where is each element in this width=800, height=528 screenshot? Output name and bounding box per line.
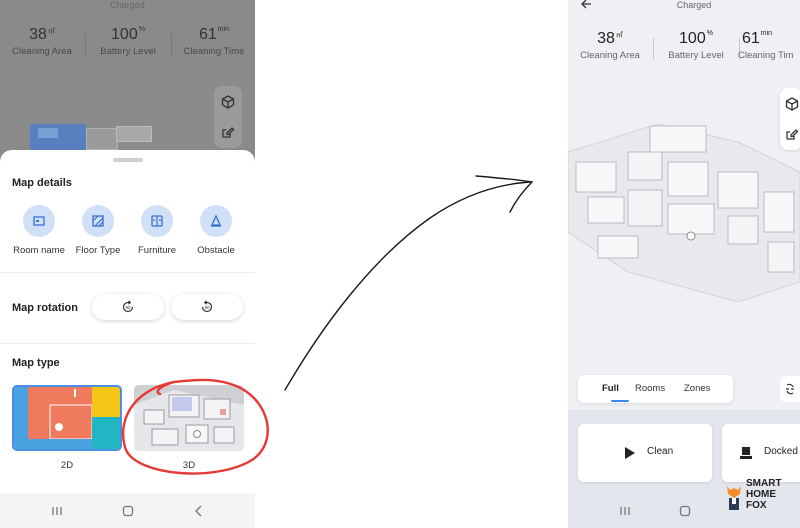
docked-button[interactable]: Docked (722, 424, 800, 482)
map-preview (30, 118, 155, 152)
map-type-2d-option[interactable] (12, 385, 122, 451)
clean-label: Clean (647, 446, 674, 457)
logo-line-2: HOME (746, 489, 776, 500)
stat-battery-level: 100% Battery Level (86, 26, 170, 57)
stat-value: 38 (29, 26, 47, 43)
section-divider (0, 343, 255, 344)
home-icon[interactable] (670, 493, 700, 528)
obstacle-label: Obstacle (197, 245, 235, 256)
stat-cleaning-time: 61min Cleaning Time (172, 26, 255, 57)
logo-line-1: SMART (746, 478, 782, 489)
rotate-cw-icon: 90 (201, 300, 213, 313)
rotate-ccw-degrees: 90 (125, 305, 131, 310)
stat-cleaning-time: 61min Cleaning Tim (738, 30, 800, 61)
stats-bar: 38㎡ Cleaning Area 100% Battery Level 61m… (0, 26, 255, 66)
smart-home-fox-logo: SMART HOME FOX (724, 478, 800, 526)
home-icon[interactable] (113, 493, 143, 528)
stat-label: Battery Level (100, 46, 156, 57)
floor-type-option[interactable]: Floor Type (67, 205, 129, 256)
play-icon (625, 447, 635, 459)
recent-apps-icon[interactable] (610, 493, 640, 528)
map-details-title: Map details (12, 177, 72, 189)
stat-value: 61 (198, 26, 217, 43)
stat-value: 100 (679, 30, 706, 47)
map-type-title: Map type (12, 357, 60, 369)
stat-unit: % (138, 26, 145, 33)
docked-label: Docked (764, 446, 798, 457)
furniture-option[interactable]: Furniture (126, 205, 188, 256)
stat-unit: ㎡ (615, 32, 623, 39)
clean-button[interactable]: Clean (578, 424, 712, 482)
stat-battery-level: 100% Battery Level (654, 30, 738, 61)
map-view-controls (214, 86, 242, 148)
rotate-ccw-button[interactable]: 90 (92, 294, 164, 320)
section-divider (0, 272, 255, 273)
back-icon[interactable] (184, 493, 214, 528)
3d-view-icon[interactable] (782, 94, 800, 114)
stat-label: Cleaning Time (183, 46, 245, 57)
room-name-option[interactable]: Room name (8, 205, 70, 256)
stat-unit: min (760, 30, 773, 37)
tab-zones[interactable]: Zones (684, 383, 710, 394)
3d-view-icon[interactable] (218, 92, 238, 112)
floor-type-label: Floor Type (75, 245, 121, 256)
stat-cleaning-area: 38㎡ Cleaning Area (0, 26, 84, 57)
stat-value: 100 (111, 26, 138, 43)
obstacle-icon (200, 205, 232, 237)
map-rotation-title: Map rotation (12, 302, 78, 314)
stats-bar: 38㎡ Cleaning Area 100% Battery Level 61m… (568, 30, 800, 70)
right-phone-screen: Charged 38㎡ Cleaning Area 100% Battery L… (568, 0, 800, 528)
stat-label: Battery Level (668, 50, 724, 61)
room-name-icon (23, 205, 55, 237)
rotate-cw-button[interactable]: 90 (171, 294, 243, 320)
logo-text: SMART HOME FOX (746, 478, 782, 511)
edit-map-icon[interactable] (218, 122, 238, 142)
rotate-ccw-icon: 90 (122, 300, 134, 313)
stat-cleaning-area: 38㎡ Cleaning Area (568, 30, 652, 61)
active-tab-indicator (611, 400, 629, 402)
map-scope-tabs: Full Rooms Zones (578, 375, 733, 403)
recent-apps-icon[interactable] (42, 493, 72, 528)
stat-value: 38 (597, 30, 615, 47)
annotation-arrow (284, 175, 534, 391)
stat-label: Cleaning Area (12, 46, 72, 57)
custom-mode-icon[interactable] (780, 376, 800, 402)
charge-status: Charged (676, 0, 712, 10)
stat-unit: min (217, 26, 230, 33)
rotate-cw-degrees: 90 (204, 305, 210, 310)
sheet-drag-handle[interactable] (113, 158, 143, 162)
stat-label: Cleaning Tim (738, 50, 794, 61)
fox-mascot-icon (727, 486, 741, 510)
logo-line-3: FOX (746, 500, 767, 511)
charge-status: Charged (110, 0, 145, 10)
map-type-2d-label: 2D (60, 460, 74, 471)
furniture-label: Furniture (137, 245, 176, 256)
stat-label: Cleaning Area (580, 50, 640, 61)
obstacle-option[interactable]: Obstacle (185, 205, 247, 256)
system-nav-bar (0, 493, 255, 528)
dock-icon (740, 447, 752, 459)
floor-type-icon (82, 205, 114, 237)
stat-unit: % (706, 30, 713, 37)
stat-value: 61 (742, 30, 760, 47)
annotation-circle (121, 378, 269, 475)
map-3d-view (568, 123, 800, 302)
tab-full[interactable]: Full (602, 383, 619, 394)
stat-unit: ㎡ (47, 28, 55, 35)
map-2d-thumbnail (14, 387, 120, 449)
tab-rooms[interactable]: Rooms (635, 383, 665, 394)
room-name-label: Room name (13, 245, 65, 256)
furniture-icon (141, 205, 173, 237)
